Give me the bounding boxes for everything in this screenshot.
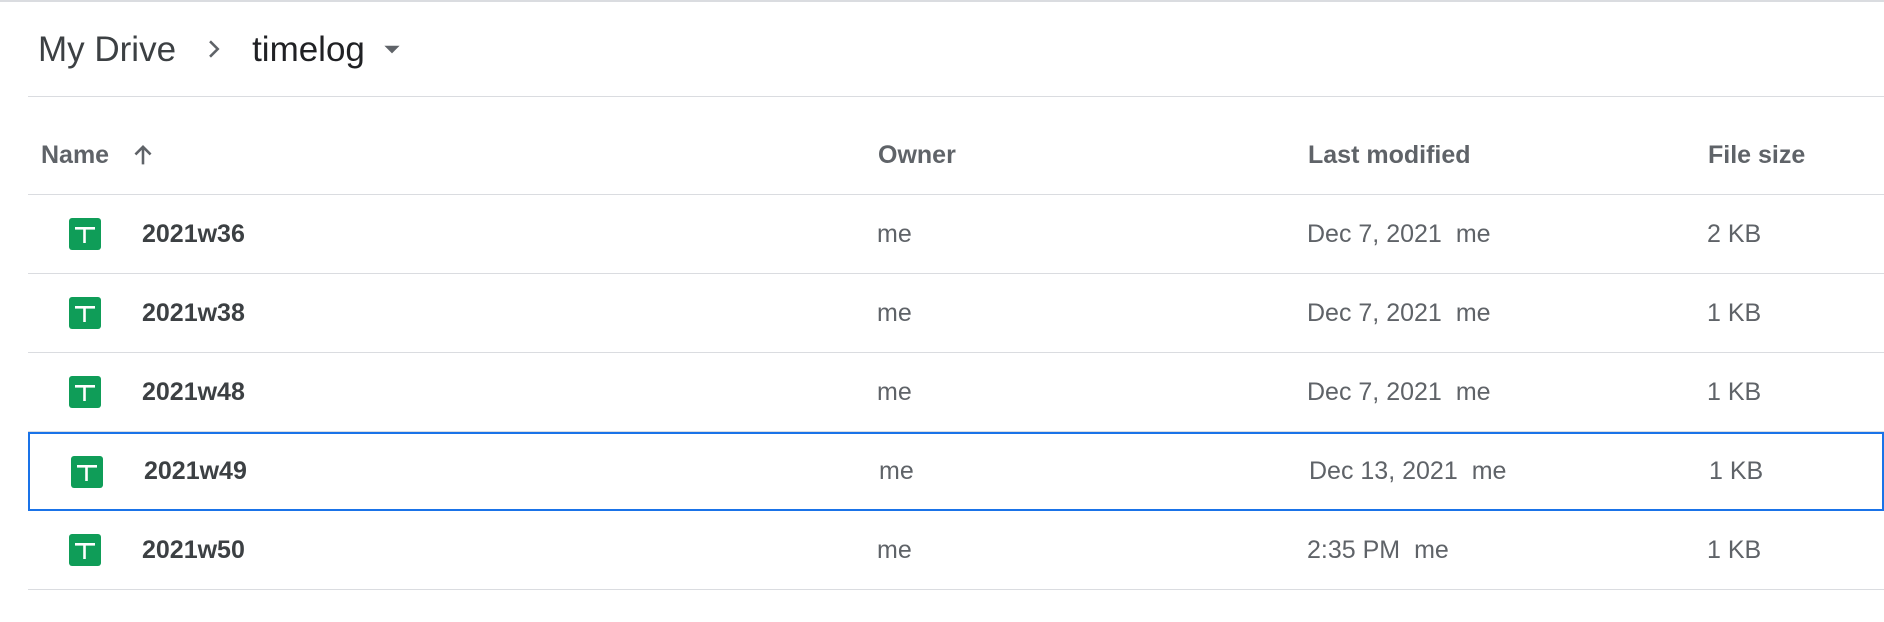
column-header-file-size[interactable]: File size bbox=[1708, 116, 1805, 194]
breadcrumb-my-drive[interactable]: My Drive bbox=[28, 26, 186, 73]
modified-date: Dec 7, 2021 bbox=[1307, 298, 1442, 327]
file-name[interactable]: 2021w38 bbox=[142, 274, 245, 352]
column-headers: Name Owner Last modified File size bbox=[28, 116, 1884, 195]
modified-by: me bbox=[1455, 377, 1491, 406]
file-owner: me bbox=[877, 298, 912, 327]
file-owner: me bbox=[877, 219, 912, 248]
file-size: 1 KB bbox=[1707, 535, 1762, 564]
table-row[interactable]: 2021w36 me Dec 7, 2021 me 2 KB bbox=[28, 195, 1884, 274]
chevron-right-icon bbox=[200, 35, 228, 63]
modified-by: me bbox=[1455, 219, 1491, 248]
google-sheets-icon bbox=[69, 353, 101, 431]
table-row-selected[interactable]: 2021w49 me Dec 13, 2021 me 1 KB bbox=[28, 432, 1884, 511]
table-row[interactable]: 2021w50 me 2:35 PM me 1 KB bbox=[28, 511, 1884, 590]
file-last-modified: Dec 13, 2021 me bbox=[1309, 434, 1506, 509]
top-divider bbox=[0, 0, 1884, 2]
google-sheets-icon bbox=[69, 195, 101, 273]
arrow-drop-down-icon[interactable] bbox=[379, 36, 405, 62]
file-size: 1 KB bbox=[1707, 298, 1762, 327]
file-owner: me bbox=[877, 535, 912, 564]
column-header-name[interactable]: Name bbox=[41, 116, 157, 194]
file-name[interactable]: 2021w48 bbox=[142, 353, 245, 431]
file-last-modified: 2:35 PM me bbox=[1307, 511, 1449, 589]
modified-by: me bbox=[1471, 457, 1507, 485]
file-last-modified: Dec 7, 2021 me bbox=[1307, 353, 1491, 431]
file-last-modified: Dec 7, 2021 me bbox=[1307, 274, 1491, 352]
google-sheets-icon bbox=[69, 274, 101, 352]
modified-date: Dec 13, 2021 bbox=[1309, 457, 1458, 485]
file-last-modified: Dec 7, 2021 me bbox=[1307, 195, 1491, 273]
google-sheets-icon bbox=[71, 434, 103, 509]
file-size: 1 KB bbox=[1707, 377, 1762, 406]
breadcrumb-timelog[interactable]: timelog bbox=[242, 26, 375, 73]
modified-date: Dec 7, 2021 bbox=[1307, 219, 1442, 248]
column-header-name-label: Name bbox=[41, 140, 110, 169]
column-header-owner[interactable]: Owner bbox=[878, 116, 956, 194]
file-name[interactable]: 2021w49 bbox=[144, 434, 247, 509]
column-header-last-modified[interactable]: Last modified bbox=[1308, 116, 1471, 194]
file-name[interactable]: 2021w50 bbox=[142, 511, 245, 589]
file-owner: me bbox=[879, 457, 914, 485]
modified-date: 2:35 PM bbox=[1307, 535, 1401, 564]
table-row[interactable]: 2021w48 me Dec 7, 2021 me 1 KB bbox=[28, 353, 1884, 432]
modified-date: Dec 7, 2021 bbox=[1307, 377, 1442, 406]
modified-by: me bbox=[1414, 535, 1449, 564]
file-size: 1 KB bbox=[1709, 457, 1764, 485]
modified-by: me bbox=[1455, 298, 1491, 327]
table-row[interactable]: 2021w38 me Dec 7, 2021 me 1 KB bbox=[28, 274, 1884, 353]
file-size: 2 KB bbox=[1707, 219, 1762, 248]
breadcrumb: My Drive timelog bbox=[28, 18, 405, 80]
header-divider bbox=[28, 96, 1884, 97]
file-name[interactable]: 2021w36 bbox=[142, 195, 245, 273]
google-sheets-icon bbox=[69, 511, 101, 589]
file-owner: me bbox=[877, 377, 912, 406]
arrow-up-icon[interactable] bbox=[129, 141, 157, 169]
file-list: Name Owner Last modified File size 2021w… bbox=[28, 116, 1884, 590]
